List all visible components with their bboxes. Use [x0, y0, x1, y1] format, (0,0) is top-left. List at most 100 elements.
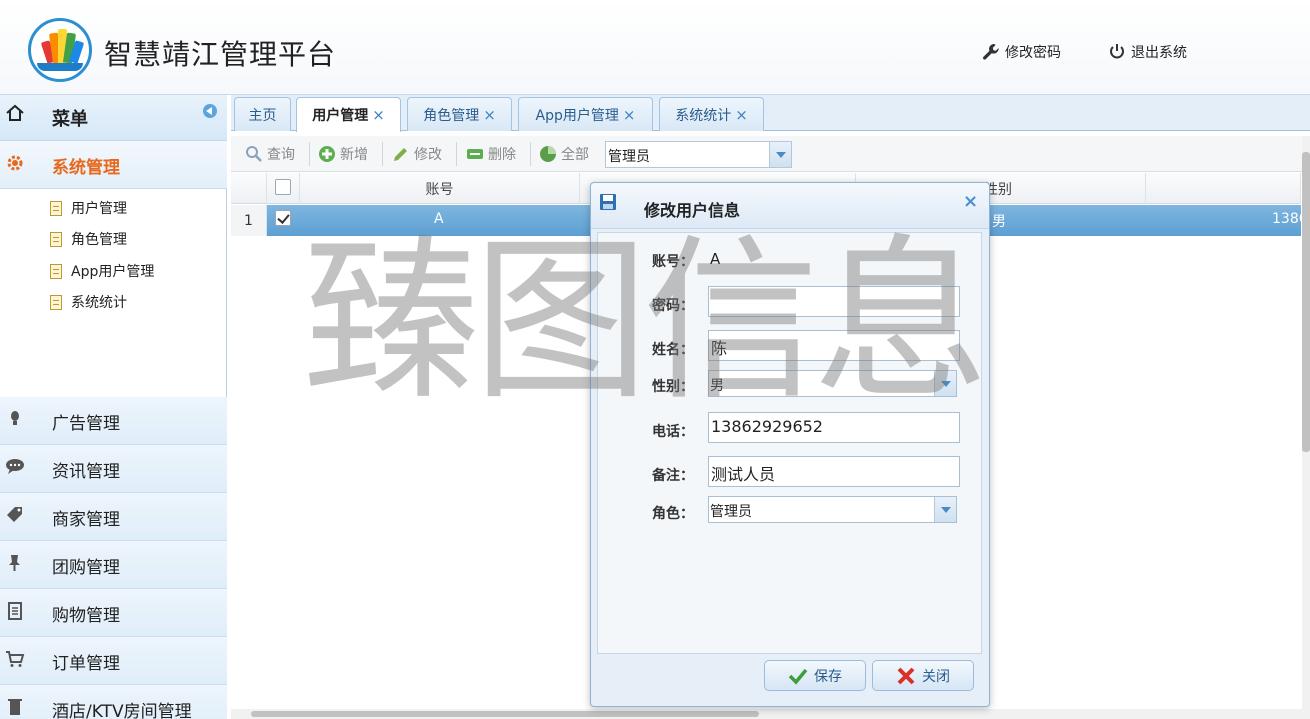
- sidebar-group-system[interactable]: 系统管理: [0, 141, 227, 189]
- tab-user-management[interactable]: 用户管理 ×: [296, 97, 401, 132]
- dialog-header: 修改用户信息 ×: [591, 183, 989, 229]
- name-label: 姓名：: [652, 342, 694, 358]
- logout-link[interactable]: 退出系统: [1108, 42, 1187, 62]
- gender-value: 男: [710, 378, 724, 394]
- hotel-icon: [8, 699, 22, 715]
- close-x-icon: [897, 667, 915, 684]
- show-all-button[interactable]: 全部: [539, 144, 589, 164]
- account-label: 账号：: [652, 254, 694, 270]
- role-label: 角色：: [652, 506, 694, 522]
- delete-label: 删除: [488, 147, 516, 163]
- sidebar-group-label: 购物管理: [52, 606, 120, 626]
- query-button[interactable]: 查询: [245, 144, 295, 164]
- sidebar-group-shopping[interactable]: 购物管理: [0, 589, 227, 637]
- delete-button[interactable]: 删除: [466, 144, 516, 164]
- add-button[interactable]: 新增: [318, 144, 368, 164]
- close-label: 关闭: [922, 668, 950, 685]
- app-title: 智慧靖江管理平台: [104, 38, 337, 71]
- sidebar-group-orders[interactable]: 订单管理: [0, 637, 227, 685]
- edit-button[interactable]: 修改: [392, 144, 442, 164]
- save-label: 保存: [814, 668, 842, 685]
- tab-role-management[interactable]: 角色管理 ×: [407, 97, 512, 131]
- menu-label: 菜单: [52, 109, 88, 130]
- tab-close-icon[interactable]: ×: [483, 106, 496, 124]
- sidebar-item-user-management[interactable]: 用户管理: [50, 198, 127, 218]
- tab-app-user-management[interactable]: App用户管理 ×: [518, 97, 653, 131]
- sidebar-group-label: 订单管理: [52, 654, 120, 674]
- edit-user-dialog: 修改用户信息 × 账号： A 密码： 姓名： 陈 性别： 男 电话： 13862…: [590, 182, 990, 707]
- dialog-form: 账号： A 密码： 姓名： 陈 性别： 男 电话： 13862929652 备注…: [597, 232, 982, 654]
- show-all-label: 全部: [561, 147, 589, 163]
- sidebar-item-label: 系统统计: [71, 295, 127, 311]
- sidebar-item-system-stats[interactable]: 系统统计: [50, 292, 127, 312]
- sidebar-item-label: App用户管理: [71, 264, 155, 280]
- magnifier-icon: [246, 146, 262, 162]
- role-select[interactable]: 管理员: [708, 496, 957, 523]
- add-label: 新增: [340, 147, 368, 163]
- minus-icon: [467, 149, 483, 159]
- sidebar-group-label: 系统管理: [52, 158, 120, 178]
- name-field[interactable]: 陈: [708, 330, 960, 361]
- tab-label: 角色管理: [423, 107, 480, 124]
- query-label: 查询: [267, 147, 295, 163]
- dialog-title: 修改用户信息: [644, 201, 741, 220]
- column-header-account[interactable]: 账号: [300, 173, 580, 204]
- role-filter-value: 管理员: [608, 149, 650, 165]
- pushpin-icon: [9, 555, 20, 571]
- document-lines-icon: [8, 602, 22, 620]
- sidebar-group-label: 资讯管理: [52, 462, 120, 482]
- chevron-down-icon[interactable]: [934, 497, 956, 522]
- sidebar-item-app-user-management[interactable]: App用户管理: [50, 261, 154, 281]
- horizontal-scrollbar[interactable]: [231, 709, 1302, 719]
- role-value: 管理员: [710, 504, 752, 520]
- edit-label: 修改: [414, 147, 442, 163]
- sidebar-group-group-buying[interactable]: 团购管理: [0, 541, 227, 589]
- close-button[interactable]: 关闭: [872, 660, 974, 691]
- role-filter-select[interactable]: 管理员: [605, 141, 792, 168]
- sidebar-group-merchants[interactable]: 商家管理: [0, 493, 227, 541]
- sidebar-group-label: 广告管理: [52, 414, 120, 434]
- vertical-scrollbar[interactable]: [1302, 136, 1310, 719]
- save-button[interactable]: 保存: [764, 660, 866, 691]
- gender-label: 性别：: [652, 379, 694, 395]
- sidebar-group-hotel-ktv[interactable]: 酒店/KTV房间管理: [0, 685, 227, 719]
- sidebar-header: 菜单: [0, 95, 227, 141]
- document-icon: [50, 294, 62, 310]
- remark-label: 备注：: [652, 468, 694, 484]
- document-icon: [50, 263, 62, 279]
- tab-close-icon[interactable]: ×: [735, 106, 748, 124]
- app-logo-icon: [28, 18, 92, 82]
- select-all-checkbox[interactable]: [275, 179, 291, 195]
- sidebar-group-news[interactable]: 资讯管理: [0, 445, 227, 493]
- password-field[interactable]: [708, 286, 960, 317]
- logout-label: 退出系统: [1131, 45, 1187, 61]
- app-header: 智慧靖江管理平台 修改密码 退出系统: [0, 0, 1310, 95]
- remark-field[interactable]: 测试人员: [708, 456, 960, 487]
- sidebar-group-ads[interactable]: 广告管理: [0, 397, 227, 445]
- column-header-phone: [1146, 173, 1301, 204]
- chevron-down-icon[interactable]: [769, 142, 791, 167]
- tab-bar: 主页 用户管理 × 角色管理 × App用户管理 × 系统统计 ×: [231, 95, 1310, 132]
- dialog-close-icon[interactable]: ×: [963, 191, 978, 212]
- row-number: 1: [231, 205, 267, 236]
- sidebar-group-label: 商家管理: [52, 510, 120, 530]
- phone-field[interactable]: 13862929652: [708, 412, 960, 443]
- gender-select[interactable]: 男: [708, 370, 957, 397]
- chevron-down-icon[interactable]: [934, 371, 956, 396]
- column-header-label: 账号: [425, 181, 454, 198]
- row-checkbox[interactable]: [275, 210, 291, 226]
- sidebar-group-label: 酒店/KTV房间管理: [52, 702, 192, 719]
- sidebar-item-role-management[interactable]: 角色管理: [50, 229, 127, 249]
- tab-system-stats[interactable]: 系统统计 ×: [659, 97, 764, 131]
- change-password-link[interactable]: 修改密码: [982, 42, 1061, 62]
- plus-icon: [319, 146, 335, 162]
- sidebar-collapse-icon[interactable]: [203, 104, 217, 118]
- tab-close-icon[interactable]: ×: [623, 106, 636, 124]
- tab-close-icon[interactable]: ×: [372, 106, 385, 124]
- tab-label: 用户管理: [312, 108, 369, 124]
- sidebar-item-label: 用户管理: [71, 201, 127, 217]
- lightbulb-icon: [11, 411, 19, 425]
- document-icon: [50, 231, 62, 247]
- tab-home[interactable]: 主页: [234, 97, 291, 131]
- sidebar-group-label: 团购管理: [52, 558, 120, 578]
